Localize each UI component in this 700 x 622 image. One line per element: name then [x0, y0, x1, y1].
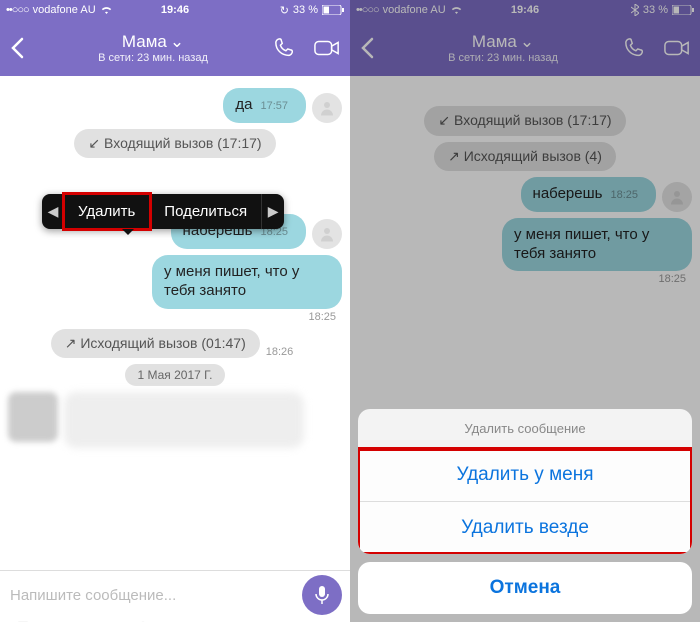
signal-dots: ••○○○ — [6, 4, 29, 16]
ctx-next-arrow[interactable]: ▶ — [262, 203, 284, 220]
chat-header: Мама⌄ В сети: 23 мин. назад — [0, 20, 350, 76]
contact-name: Мама — [122, 32, 167, 52]
blurred-message — [64, 392, 304, 448]
msg-out[interactable]: у меня пишет, что у тебя занято — [152, 255, 342, 309]
avatar — [312, 219, 342, 249]
loading-icon: ↻ — [280, 4, 289, 17]
carrier-label: vodafone AU — [33, 4, 96, 16]
chevron-down-icon: ⌄ — [170, 32, 184, 52]
clock: 19:46 — [161, 4, 189, 16]
battery-pct: 33 % — [643, 4, 668, 16]
delete-for-me-button[interactable]: Удалить у меня — [358, 449, 692, 502]
back-button[interactable] — [10, 37, 34, 59]
chevron-down-icon: ⌄ — [520, 32, 534, 52]
mic-button[interactable] — [302, 575, 342, 615]
status-bar: ••○○○ vodafone AU 19:46 33 % — [350, 0, 700, 20]
msg-time: 18:25 — [658, 273, 686, 285]
input-bar: Напишите сообщение... — [0, 570, 350, 622]
avatar — [312, 93, 342, 123]
sheet-title: Удалить сообщение — [358, 409, 692, 449]
signal-dots: ••○○○ — [356, 4, 379, 16]
sheet-cancel-button[interactable]: Отмена — [358, 562, 692, 614]
chat-area[interactable]: да17:57 ↙ Входящий вызов (17:17) ◀ Удали… — [0, 76, 350, 570]
screen-right: ••○○○ vodafone AU 19:46 33 % Мама⌄ В сет… — [350, 0, 700, 622]
chat-title[interactable]: Мама⌄ В сети: 23 мин. назад — [34, 32, 272, 64]
battery-icon — [672, 5, 694, 15]
status-bar: ••○○○ vodafone AU 19:46 ↻ 33 % — [0, 0, 350, 20]
msg-out[interactable]: у меня пишет, что у тебя занято — [502, 218, 692, 272]
ctx-share[interactable]: Поделиться — [150, 194, 262, 229]
battery-icon — [322, 5, 344, 15]
chat-title[interactable]: Мама⌄ В сети: 23 мин. назад — [384, 32, 622, 64]
avatar — [662, 182, 692, 212]
back-button[interactable] — [360, 37, 384, 59]
last-seen: В сети: 23 мин. назад — [34, 52, 272, 64]
call-button[interactable] — [272, 35, 298, 61]
carrier-label: vodafone AU — [383, 4, 446, 16]
action-sheet: Удалить сообщение Удалить у меня Удалить… — [358, 409, 692, 614]
clock: 19:46 — [511, 4, 539, 16]
blurred-thumbnail — [8, 392, 58, 442]
screen-left: ••○○○ vodafone AU 19:46 ↻ 33 % Мама⌄ В с… — [0, 0, 350, 622]
context-menu: ◀ Удалить Поделиться ▶ — [42, 194, 284, 229]
msg-out[interactable]: да17:57 — [223, 88, 306, 123]
msg-out[interactable]: наберешь18:25 — [521, 177, 656, 212]
chat-header: Мама⌄ В сети: 23 мин. назад — [350, 20, 700, 76]
msg-time: 18:25 — [610, 189, 638, 203]
call-button[interactable] — [622, 35, 648, 61]
message-input[interactable]: Напишите сообщение... — [8, 583, 296, 608]
date-separator: 1 Мая 2017 Г. — [125, 364, 224, 386]
video-call-button[interactable] — [664, 35, 690, 61]
msg-time: 18:25 — [308, 311, 336, 323]
wifi-icon — [450, 5, 463, 15]
incoming-call-pill[interactable]: ↙ Входящий вызов (17:17) — [424, 106, 625, 136]
outgoing-call-pill[interactable]: ↗ Исходящий вызов (4) — [434, 142, 616, 172]
ctx-prev-arrow[interactable]: ◀ — [42, 203, 64, 220]
outgoing-call-pill[interactable]: ↗ Исходящий вызов (01:47) — [51, 329, 260, 359]
msg-time: 17:57 — [260, 100, 288, 114]
ctx-delete[interactable]: Удалить — [64, 194, 150, 229]
incoming-call-pill[interactable]: ↙ Входящий вызов (17:17) — [74, 129, 275, 159]
battery-pct: 33 % — [293, 4, 318, 16]
bluetooth-icon — [631, 4, 639, 16]
last-seen: В сети: 23 мин. назад — [384, 52, 622, 64]
video-call-button[interactable] — [314, 35, 340, 61]
contact-name: Мама — [472, 32, 517, 52]
msg-time: 18:26 — [266, 346, 294, 358]
delete-everywhere-button[interactable]: Удалить везде — [358, 502, 692, 554]
wifi-icon — [100, 5, 113, 15]
